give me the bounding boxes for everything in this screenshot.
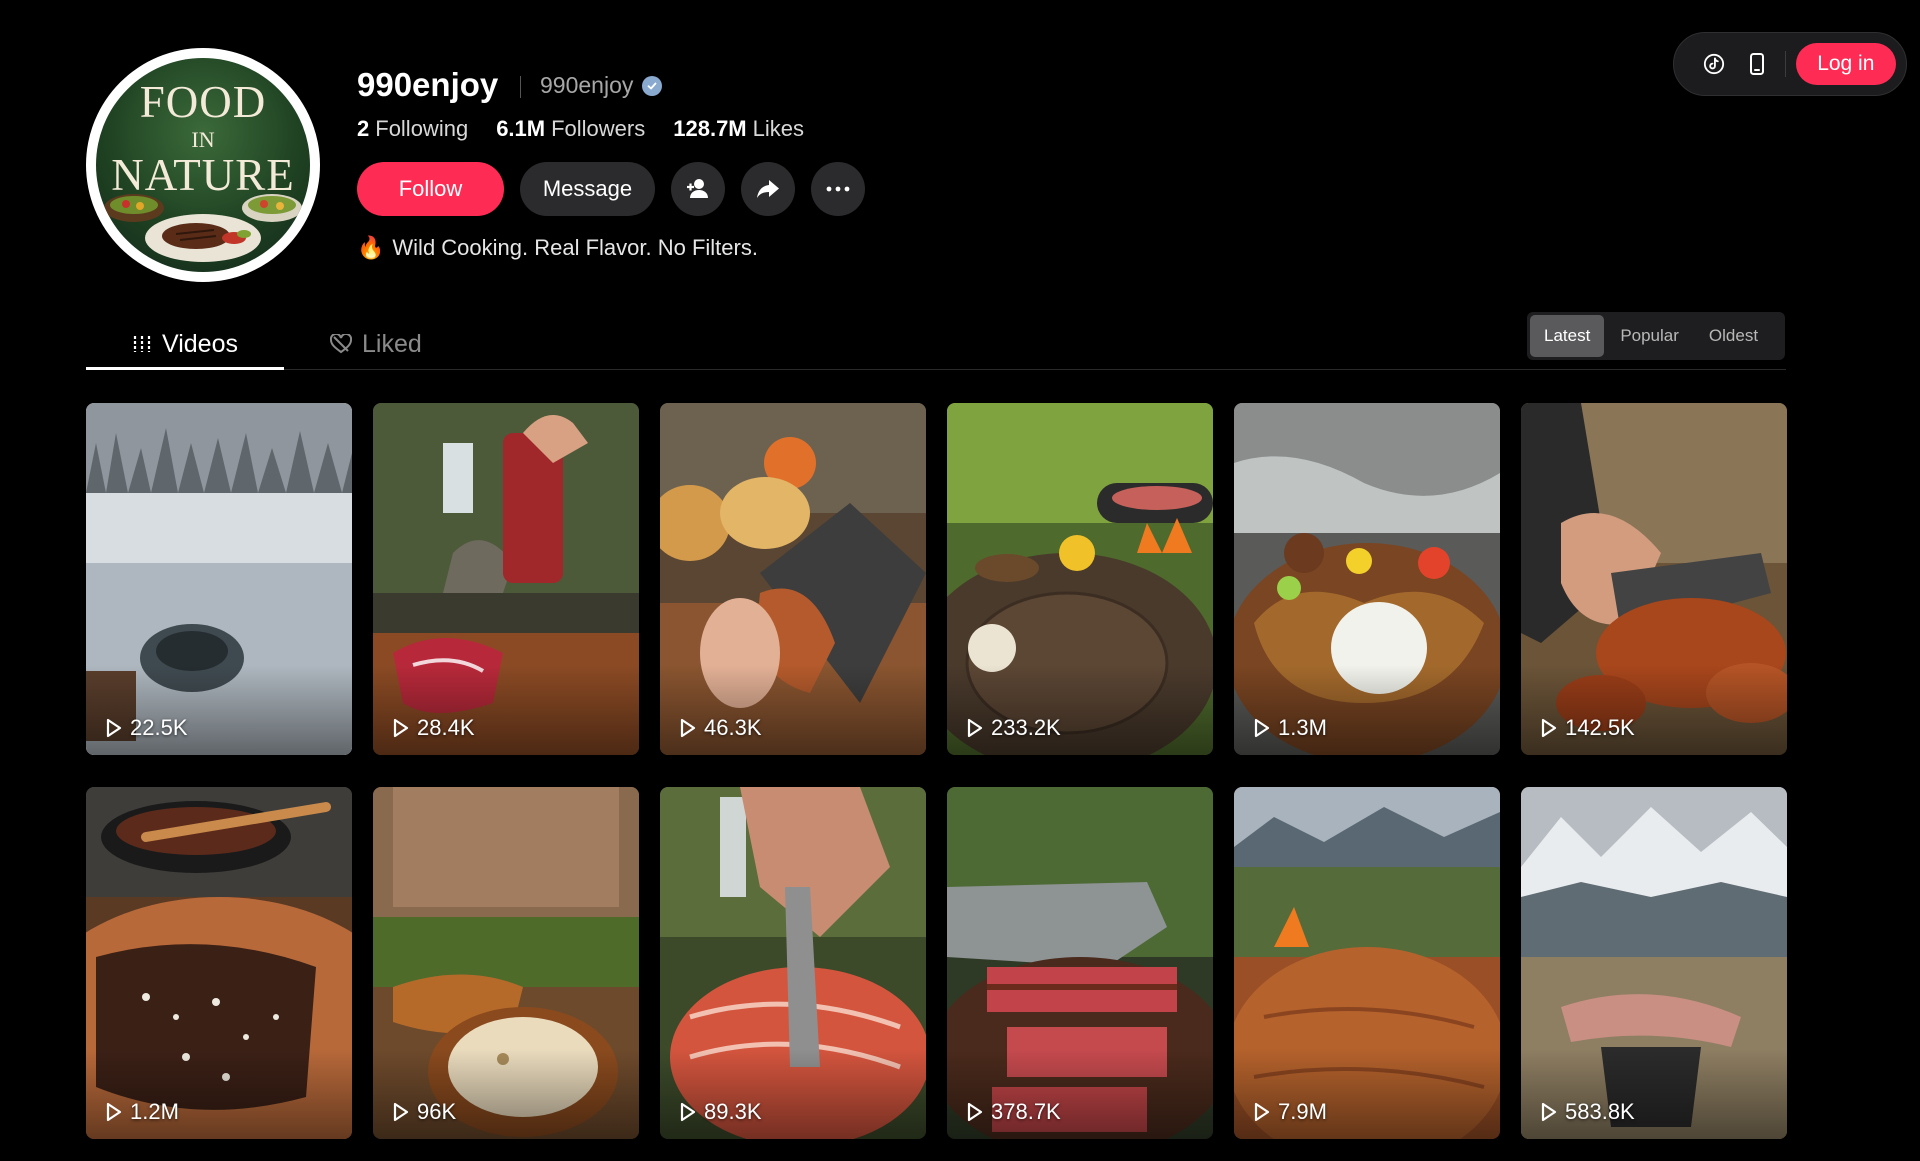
play-icon	[1541, 718, 1557, 738]
play-icon	[1254, 1102, 1270, 1122]
bio: 🔥 Wild Cooking. Real Flavor. No Filters.	[357, 235, 758, 261]
thumbnail-shade	[1234, 1049, 1500, 1139]
sort-popular[interactable]: Popular	[1606, 315, 1693, 357]
profile-page: Log in FOOD IN NATURE 990enjoy 990enjoy …	[0, 0, 1920, 1161]
play-icon	[680, 718, 696, 738]
handle: 990enjoy	[540, 72, 634, 98]
video-card[interactable]: 7.9M	[1234, 787, 1500, 1139]
play-icon	[967, 1102, 983, 1122]
tiktok-icon[interactable]	[1692, 42, 1735, 86]
play-icon	[106, 1102, 122, 1122]
video-card[interactable]: 89.3K	[660, 787, 926, 1139]
play-icon	[393, 718, 409, 738]
sort-oldest[interactable]: Oldest	[1695, 315, 1772, 357]
add-friend-button[interactable]	[671, 162, 725, 216]
view-count: 7.9M	[1254, 1099, 1327, 1125]
verified-badge-icon	[642, 76, 662, 96]
view-count: 1.2M	[106, 1099, 179, 1125]
avatar[interactable]: FOOD IN NATURE	[86, 48, 320, 282]
bio-text: Wild Cooking. Real Flavor. No Filters.	[392, 235, 758, 260]
tab-liked[interactable]: Liked	[330, 318, 422, 370]
liked-heart-icon	[330, 334, 352, 354]
thumbnail-shade	[86, 665, 352, 755]
avatar-image: FOOD IN NATURE	[96, 58, 310, 272]
view-count: 142.5K	[1541, 715, 1635, 741]
top-control-bar: Log in	[1673, 32, 1907, 96]
play-icon	[1541, 1102, 1557, 1122]
tab-videos[interactable]: Videos	[132, 318, 238, 370]
add-user-icon	[687, 179, 708, 198]
video-card[interactable]: 142.5K	[1521, 403, 1787, 755]
fire-emoji: 🔥	[357, 235, 385, 260]
video-card[interactable]: 22.5K	[86, 403, 352, 755]
thumbnail-shade	[660, 1049, 926, 1139]
thumbnail-shade	[373, 665, 639, 755]
play-icon	[1254, 718, 1270, 738]
thumbnail-shade	[660, 665, 926, 755]
share-icon	[757, 180, 779, 198]
username: 990enjoy	[357, 66, 499, 103]
thumbnail-shade	[1521, 665, 1787, 755]
view-count: 46.3K	[680, 715, 762, 741]
more-options-button[interactable]	[811, 162, 865, 216]
stat-likes: 128.7M Likes	[673, 116, 804, 141]
sort-toggle: Latest Popular Oldest	[1527, 312, 1785, 360]
follow-button[interactable]: Follow	[357, 162, 504, 216]
message-button[interactable]: Message	[520, 162, 655, 216]
video-card[interactable]: 46.3K	[660, 403, 926, 755]
play-icon	[680, 1102, 696, 1122]
login-button[interactable]: Log in	[1795, 43, 1896, 85]
profile-stats: 2 Following 6.1M Followers 128.7M Likes	[357, 116, 804, 142]
view-count: 583.8K	[1541, 1099, 1635, 1125]
active-tab-indicator	[86, 367, 284, 370]
video-card[interactable]: 96K	[373, 787, 639, 1139]
share-button[interactable]	[741, 162, 795, 216]
divider	[1784, 51, 1786, 77]
video-card[interactable]: 583.8K	[1521, 787, 1787, 1139]
thumbnail-shade	[86, 1049, 352, 1139]
view-count: 28.4K	[393, 715, 475, 741]
more-icon	[826, 186, 850, 192]
view-count: 22.5K	[106, 715, 188, 741]
stat-following[interactable]: 2 Following	[357, 116, 468, 142]
play-icon	[393, 1102, 409, 1122]
video-card[interactable]: 233.2K	[947, 403, 1213, 755]
sort-latest[interactable]: Latest	[1530, 315, 1605, 357]
view-count: 378.7K	[967, 1099, 1061, 1125]
video-card[interactable]: 1.2M	[86, 787, 352, 1139]
video-grid: 22.5K 28.4K 46.3K 233.2K 1.3M 142.5K 1.2…	[86, 403, 1787, 1139]
thumbnail-shade	[373, 1049, 639, 1139]
thumbnail-shade	[1521, 1049, 1787, 1139]
view-count: 233.2K	[967, 715, 1061, 741]
view-count: 1.3M	[1254, 715, 1327, 741]
divider	[520, 76, 521, 98]
view-count: 89.3K	[680, 1099, 762, 1125]
videos-grid-icon	[133, 336, 151, 352]
thumbnail-shade	[947, 1049, 1213, 1139]
video-card[interactable]: 378.7K	[947, 787, 1213, 1139]
view-count: 96K	[393, 1099, 456, 1125]
video-card[interactable]: 1.3M	[1234, 403, 1500, 755]
thumbnail-shade	[1234, 665, 1500, 755]
thumbnail-shade	[947, 665, 1213, 755]
play-icon	[106, 718, 122, 738]
avatar-food-illustration	[104, 194, 302, 262]
video-card[interactable]: 28.4K	[373, 403, 639, 755]
profile-actions: Follow Message	[357, 162, 865, 216]
stat-followers[interactable]: 6.1M Followers	[496, 116, 645, 142]
play-icon	[967, 718, 983, 738]
phone-icon[interactable]	[1735, 42, 1778, 86]
